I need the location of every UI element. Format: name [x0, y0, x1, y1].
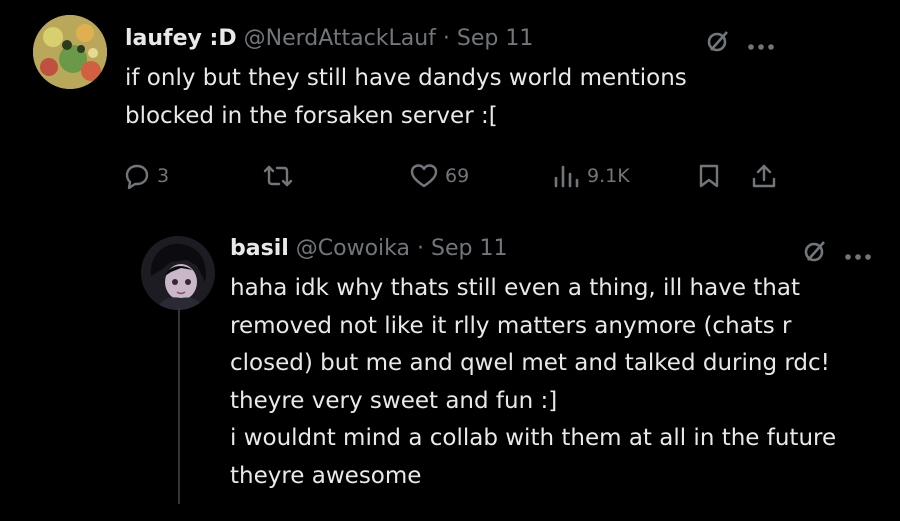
- display-name[interactable]: basil: [230, 236, 289, 261]
- reply-icon: [125, 164, 149, 189]
- tweet2-header: basil @Cowoika · Sep 11: [230, 234, 507, 264]
- share-button[interactable]: [751, 163, 777, 189]
- tweet2-line-2: removed not like it rlly matters anymore…: [230, 312, 792, 339]
- handle[interactable]: @Cowoika: [296, 236, 410, 261]
- tweet-laufey[interactable]: laufey :D @NerdAttackLauf · Sep 11 if on…: [0, 0, 900, 210]
- like-button[interactable]: 69: [410, 163, 469, 189]
- tweet2-line-4: theyre very sweet and fun :]: [230, 387, 558, 414]
- avatar-laufey[interactable]: [33, 15, 107, 89]
- view-count: 9.1K: [587, 165, 630, 187]
- separator: ·: [442, 26, 450, 51]
- tweet2-line-5: i wouldnt mind a collab with them at all…: [230, 425, 837, 451]
- avatar-laufey-image: [33, 15, 107, 89]
- grok-icon[interactable]: [705, 28, 731, 58]
- bookmark-button[interactable]: [697, 163, 721, 189]
- views-icon: [554, 165, 579, 188]
- timestamp[interactable]: Sep 11: [431, 236, 507, 261]
- more-icon[interactable]: [747, 36, 775, 55]
- tweet1-line-1: if only but they still have dandys world…: [125, 65, 687, 91]
- thread-line: [178, 308, 180, 504]
- tweet2-line-1: haha idk why thats still even a thing, i…: [230, 275, 800, 301]
- tweet2-line-6: theyre awesome: [230, 462, 422, 489]
- like-icon: [410, 164, 438, 188]
- timestamp[interactable]: Sep 11: [457, 26, 533, 51]
- avatar-basil[interactable]: [141, 236, 215, 310]
- tweet1-header: laufey :D @NerdAttackLauf · Sep 11: [125, 24, 533, 54]
- tweet2-text: haha idk why thats still even a thing, i…: [230, 270, 836, 495]
- views-button[interactable]: 9.1K: [552, 163, 630, 189]
- tweet1-text: if only but they still have dandys world…: [125, 60, 687, 135]
- like-count: 69: [445, 165, 470, 187]
- retweet-icon: [263, 165, 293, 187]
- bookmark-icon: [699, 164, 719, 188]
- grok-icon[interactable]: [802, 238, 828, 268]
- tweet2-line-3: closed) but me and qwel met and talked d…: [230, 350, 830, 376]
- more-icon[interactable]: [844, 246, 872, 265]
- avatar-basil-image: [141, 236, 215, 310]
- separator: ·: [417, 236, 425, 261]
- retweet-button[interactable]: [262, 163, 294, 189]
- handle[interactable]: @NerdAttackLauf: [244, 26, 436, 51]
- tweet1-line-2: blocked in the forsaken server :[: [125, 102, 498, 129]
- reply-count: 3: [157, 165, 170, 187]
- display-name[interactable]: laufey :D: [125, 26, 237, 51]
- tweet1-actions: 3 69 9.1K: [0, 160, 900, 194]
- share-icon: [752, 164, 776, 188]
- reply-button[interactable]: 3: [124, 163, 169, 189]
- tweet-basil[interactable]: basil @Cowoika · Sep 11 haha idk why tha…: [0, 210, 900, 521]
